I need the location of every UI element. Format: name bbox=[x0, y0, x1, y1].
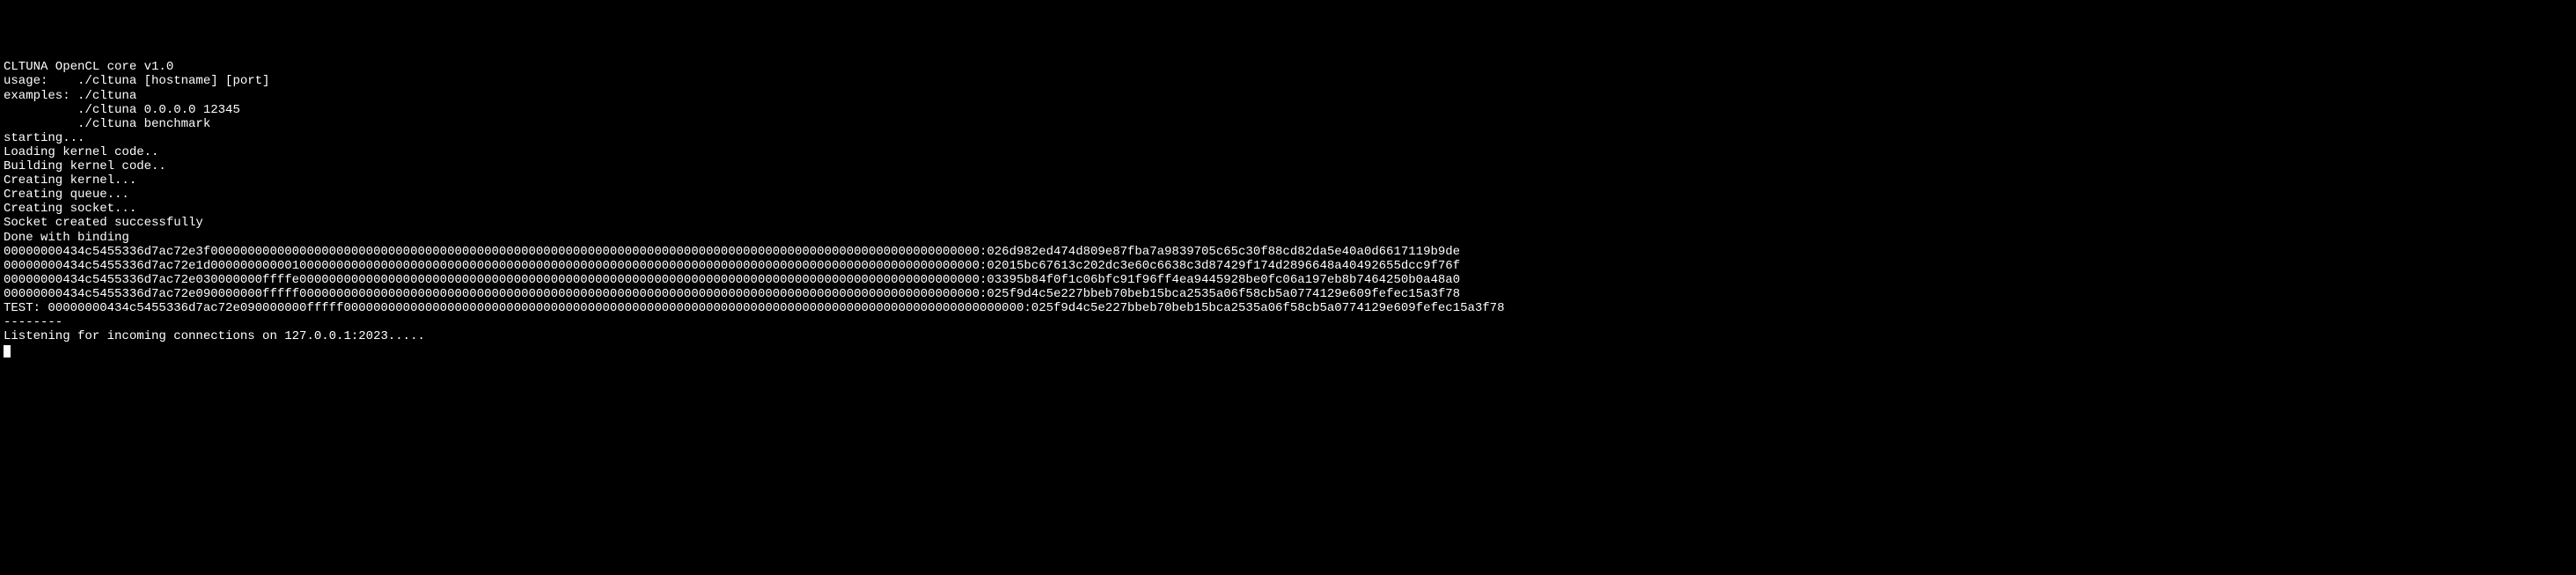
terminal-line: usage: ./cltuna [hostname] [port] bbox=[4, 74, 2572, 88]
terminal-line: Creating queue... bbox=[4, 188, 2572, 202]
terminal-line: -------- bbox=[4, 315, 2572, 329]
terminal-line: 00000000434c5455336d7ac72e030000000ffffe… bbox=[4, 273, 2572, 287]
terminal-line: Building kernel code.. bbox=[4, 159, 2572, 173]
terminal-line: 00000000434c5455336d7ac72e090000000fffff… bbox=[4, 287, 2572, 301]
terminal-line: Creating socket... bbox=[4, 202, 2572, 216]
terminal-line: Listening for incoming connections on 12… bbox=[4, 329, 2572, 343]
terminal-output: CLTUNA OpenCL core v1.0usage: ./cltuna [… bbox=[4, 60, 2572, 343]
terminal-line: Loading kernel code.. bbox=[4, 145, 2572, 159]
terminal-line: 00000000434c5455336d7ac72e1d000000000001… bbox=[4, 259, 2572, 273]
terminal-line: Socket created successfully bbox=[4, 216, 2572, 230]
terminal-line: examples: ./cltuna bbox=[4, 89, 2572, 103]
terminal-cursor bbox=[4, 345, 11, 358]
terminal-line: CLTUNA OpenCL core v1.0 bbox=[4, 60, 2572, 74]
terminal-line: Creating kernel... bbox=[4, 173, 2572, 188]
terminal-line: starting... bbox=[4, 131, 2572, 145]
terminal-line: Done with binding bbox=[4, 231, 2572, 245]
terminal-line: 00000000434c5455336d7ac72e3f000000000000… bbox=[4, 245, 2572, 259]
terminal-line: ./cltuna 0.0.0.0 12345 bbox=[4, 103, 2572, 117]
terminal-line: ./cltuna benchmark bbox=[4, 117, 2572, 131]
terminal-line: TEST: 00000000434c5455336d7ac72e09000000… bbox=[4, 301, 2572, 315]
